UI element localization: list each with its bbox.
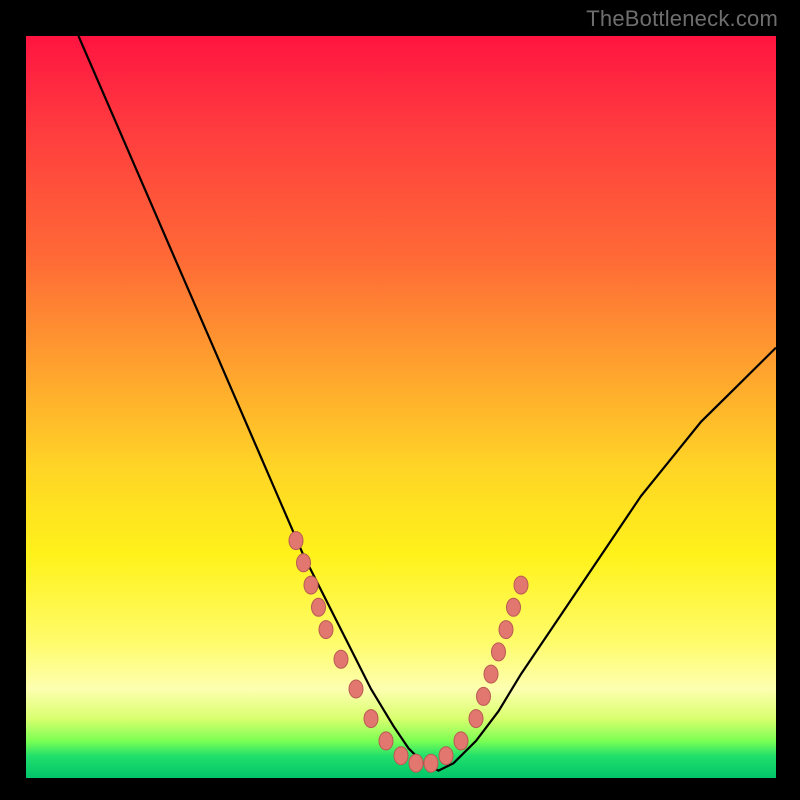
curve-marker <box>394 747 408 765</box>
curve-marker <box>334 650 348 668</box>
bottleneck-curve <box>79 36 777 771</box>
marker-group <box>289 532 528 773</box>
curve-marker <box>409 754 423 772</box>
curve-marker <box>499 621 513 639</box>
curve-marker <box>492 643 506 661</box>
curve-marker <box>312 598 326 616</box>
curve-marker <box>297 554 311 572</box>
curve-marker <box>379 732 393 750</box>
chart-frame: TheBottleneck.com <box>0 0 800 800</box>
curve-marker <box>477 687 491 705</box>
curve-marker <box>439 747 453 765</box>
curve-marker <box>454 732 468 750</box>
curve-marker <box>469 710 483 728</box>
curve-marker <box>507 598 521 616</box>
curve-marker <box>484 665 498 683</box>
curve-marker <box>289 532 303 550</box>
curve-marker <box>304 576 318 594</box>
curve-marker <box>424 754 438 772</box>
plot-area <box>26 36 776 778</box>
curve-marker <box>349 680 363 698</box>
watermark-text: TheBottleneck.com <box>586 6 778 32</box>
curve-marker <box>319 621 333 639</box>
chart-svg <box>26 36 776 778</box>
curve-marker <box>364 710 378 728</box>
curve-marker <box>514 576 528 594</box>
